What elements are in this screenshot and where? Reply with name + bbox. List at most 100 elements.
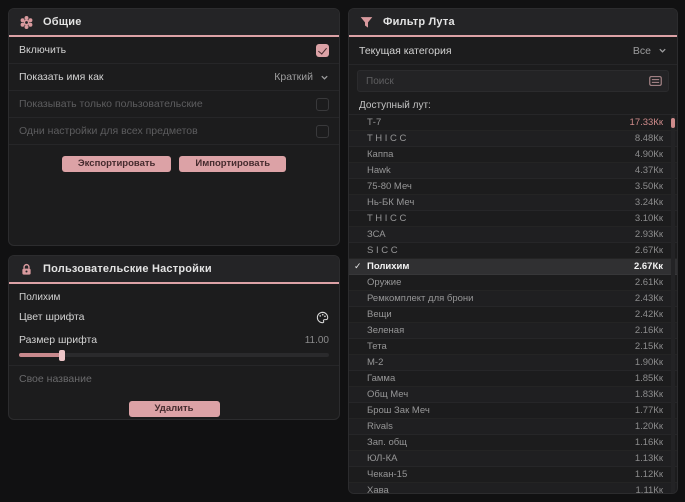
loot-item-name: Зеленая — [367, 325, 405, 336]
loot-item-row[interactable]: Т-7 17.33Кк — [349, 115, 677, 131]
loot-item-name: Нь-БК Меч — [367, 197, 415, 208]
loot-item-name: Тета — [367, 341, 387, 352]
loot-item-row[interactable]: T H I C C 8.48Кк — [349, 131, 677, 147]
loot-item-value: 2.43Кк — [634, 293, 663, 304]
loot-item-row[interactable]: Ремкомплект для брони 2.43Кк — [349, 291, 677, 307]
lock-icon — [19, 262, 34, 277]
loot-item-name: Общ Меч — [367, 389, 409, 400]
loot-item-name: T H I C C — [367, 213, 407, 224]
loot-item-row[interactable]: Зап. общ 1.16Кк — [349, 435, 677, 451]
loot-item-row[interactable]: Rivals 1.20Кк — [349, 419, 677, 435]
loot-list-scrollbar-track[interactable] — [671, 115, 675, 493]
loot-item-value: 2.93Кк — [634, 229, 663, 240]
same-settings-label: Одни настройки для всех предметов — [19, 125, 198, 137]
available-loot-label: Доступный лут: — [359, 100, 431, 111]
loot-item-name: Хава — [367, 485, 389, 494]
loot-item-row[interactable]: Хава 1.11Кк — [349, 483, 677, 494]
loot-item-value: 2.16Кк — [634, 325, 663, 336]
custom-settings-panel: Пользовательские Настройки Полихим Цвет … — [8, 255, 340, 420]
general-panel-title: Общие — [43, 16, 82, 28]
loot-item-row-selected[interactable]: ✓ Полихим 2.67Кк — [349, 259, 677, 275]
loot-item-name: S I C C — [367, 245, 398, 256]
category-label: Текущая категория — [359, 44, 452, 57]
loot-item-name: Зап. общ — [367, 437, 407, 448]
loot-item-row[interactable]: Hawk 4.37Кк — [349, 163, 677, 179]
loot-item-value: 1.20Кк — [634, 421, 663, 432]
palette-icon[interactable] — [316, 311, 329, 324]
loot-item-name: Т-7 — [367, 117, 382, 128]
category-select[interactable]: Все — [633, 45, 667, 57]
loot-item-row[interactable]: Вещи 2.42Кк — [349, 307, 677, 323]
check-icon: ✓ — [354, 261, 362, 271]
loot-list: Т-7 17.33Кк T H I C C 8.48Кк Каппа 4.90К… — [349, 114, 677, 494]
loot-item-value: 1.77Кк — [634, 405, 663, 416]
custom-settings-header: Пользовательские Настройки — [9, 256, 339, 284]
loot-item-row[interactable]: ЗСА 2.93Кк — [349, 227, 677, 243]
loot-list-scrollbar-thumb[interactable] — [671, 118, 675, 128]
loot-item-row[interactable]: Каппа 4.90Кк — [349, 147, 677, 163]
loot-item-name: Hawk — [367, 165, 391, 176]
loot-item-value: 1.90Кк — [634, 357, 663, 368]
keyboard-toggle-icon[interactable] — [649, 76, 662, 86]
settings-page: Общие Включить Показать имя как Краткий … — [0, 0, 685, 502]
search-input[interactable] — [358, 75, 649, 87]
custom-only-row: Показывать только пользовательские — [9, 91, 339, 118]
custom-name-input[interactable] — [9, 366, 339, 392]
loot-item-name: Rivals — [367, 421, 393, 432]
left-column: Общие Включить Показать имя как Краткий … — [8, 8, 340, 420]
loot-item-name: Вещи — [367, 309, 392, 320]
loot-item-name: T H I C C — [367, 133, 407, 144]
category-row: Текущая категория Все — [349, 37, 677, 65]
loot-item-row[interactable]: ЮЛ-КА 1.13Кк — [349, 451, 677, 467]
loot-item-row[interactable]: М-2 1.90Кк — [349, 355, 677, 371]
loot-item-row[interactable]: Тета 2.15Кк — [349, 339, 677, 355]
right-column: Фильтр Лута Текущая категория Все Поиск … — [348, 8, 678, 494]
enable-checkbox[interactable] — [316, 43, 329, 57]
loot-item-value: 1.16Кк — [634, 437, 663, 448]
name-display-row: Показать имя как Краткий — [9, 64, 339, 91]
export-button[interactable]: Экспортировать — [61, 156, 172, 172]
loot-item-value: 4.37Кк — [634, 165, 663, 176]
custom-settings-title: Пользовательские Настройки — [43, 263, 212, 275]
loot-item-row[interactable]: Нь-БК Меч 3.24Кк — [349, 195, 677, 211]
loot-filter-title: Фильтр Лута — [383, 16, 455, 28]
loot-item-value: 8.48Кк — [634, 133, 663, 144]
custom-only-checkbox[interactable] — [316, 97, 329, 111]
search-box — [357, 70, 669, 92]
chevron-down-icon — [659, 48, 666, 53]
loot-item-value: 17.33Кк — [629, 117, 663, 128]
loot-item-value: 2.61Кк — [634, 277, 663, 288]
same-settings-checkbox[interactable] — [316, 124, 329, 138]
delete-button[interactable]: Удалить — [128, 401, 220, 417]
loot-item-row[interactable]: S I C C 2.67Кк — [349, 243, 677, 259]
funnel-icon — [359, 15, 374, 30]
loot-item-row[interactable]: Брош Зак Меч 1.77Кк — [349, 403, 677, 419]
enable-row: Включить — [9, 37, 339, 64]
loot-item-value: 2.42Кк — [634, 309, 663, 320]
loot-item-row[interactable]: 75-80 Меч 3.50Кк — [349, 179, 677, 195]
loot-filter-header: Фильтр Лута — [349, 9, 677, 37]
loot-item-value: 2.67Кк — [633, 261, 663, 272]
delete-row: Удалить — [9, 392, 339, 419]
font-size-slider[interactable] — [19, 349, 329, 361]
general-panel-empty-space — [9, 183, 339, 245]
loot-item-value: 1.83Кк — [634, 389, 663, 400]
name-display-select[interactable]: Краткий — [274, 71, 329, 83]
loot-item-row[interactable]: Гамма 1.85Кк — [349, 371, 677, 387]
import-button[interactable]: Импортировать — [179, 156, 287, 172]
loot-item-name: 75-80 Меч — [367, 181, 412, 192]
loot-item-row[interactable]: T H I C C 3.10Кк — [349, 211, 677, 227]
font-color-label: Цвет шрифта — [19, 311, 85, 323]
custom-only-label: Показывать только пользовательские — [19, 98, 203, 110]
loot-item-row[interactable]: Оружие 2.61Кк — [349, 275, 677, 291]
loot-item-value: 2.15Кк — [634, 341, 663, 352]
loot-item-row[interactable]: Чекан-15 1.12Кк — [349, 467, 677, 483]
selected-item-name: Полихим — [19, 292, 61, 303]
loot-item-value: 1.11Кк — [635, 485, 663, 494]
loot-item-row[interactable]: Зеленая 2.16Кк — [349, 323, 677, 339]
slider-handle[interactable] — [59, 349, 66, 361]
loot-item-value: 1.12Кк — [634, 469, 663, 480]
loot-item-row[interactable]: Общ Меч 1.83Кк — [349, 387, 677, 403]
name-display-value: Краткий — [274, 71, 313, 83]
loot-item-name: Оружие — [367, 277, 402, 288]
